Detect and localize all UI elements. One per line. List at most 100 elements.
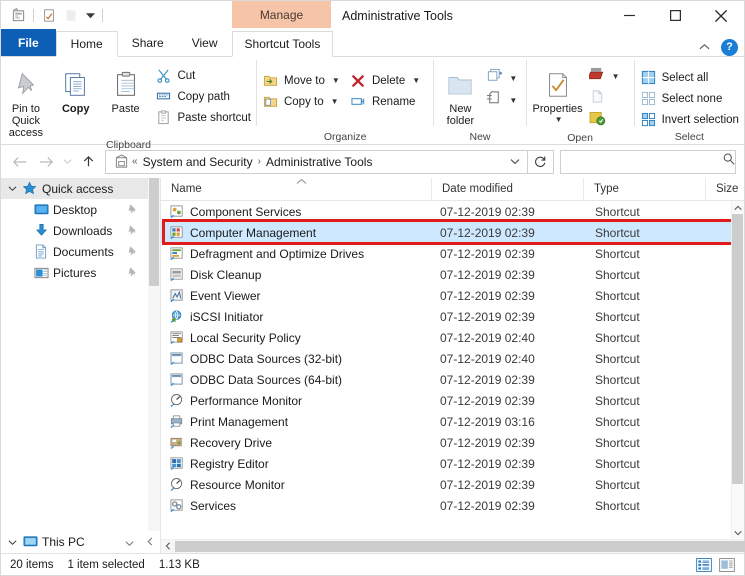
column-header-date-modified-label: Date modified: [442, 183, 513, 195]
close-button[interactable]: [698, 1, 744, 30]
pin-to-quick-access-button[interactable]: Pin to Quick access: [1, 62, 51, 139]
table-row[interactable]: Recovery Drive 07-12-2019 02:39 Shortcut: [161, 432, 744, 453]
open-button[interactable]: ▼: [587, 66, 620, 87]
breadcrumb-overflow[interactable]: «: [131, 156, 139, 167]
column-header-name[interactable]: Name: [161, 178, 432, 200]
tab-shortcut-tools[interactable]: Shortcut Tools: [231, 31, 334, 57]
navigation-scroll-down-icon[interactable]: [125, 536, 134, 550]
pin-icon-downloads[interactable]: [126, 224, 138, 239]
contextual-tab-manage[interactable]: Manage: [232, 1, 331, 28]
file-list-scrollbar-thumb[interactable]: [732, 214, 743, 484]
move-to-button[interactable]: Move to ▼: [257, 70, 345, 91]
table-row[interactable]: iSCSI Initiator 07-12-2019 02:39 Shortcu…: [161, 306, 744, 327]
collapse-ribbon-icon[interactable]: [695, 38, 713, 56]
open-caret-icon[interactable]: ▼: [612, 72, 620, 81]
breadcrumb-item-administrative-tools[interactable]: Administrative Tools: [262, 155, 377, 169]
column-header-type[interactable]: Type: [584, 178, 706, 200]
paste-shortcut-button[interactable]: Paste shortcut: [150, 107, 256, 128]
details-view-icon[interactable]: [694, 556, 713, 573]
navigation-scrollbar-thumb[interactable]: [149, 178, 159, 286]
new-folder-qat-icon[interactable]: [38, 5, 60, 27]
table-row[interactable]: Registry Editor 07-12-2019 02:39 Shortcu…: [161, 453, 744, 474]
delete-caret-icon[interactable]: ▼: [412, 76, 420, 85]
navigation-scrollbar[interactable]: [148, 178, 160, 531]
tab-file[interactable]: File: [1, 29, 56, 56]
table-row[interactable]: ODBC Data Sources (64-bit) 07-12-2019 02…: [161, 369, 744, 390]
tab-view[interactable]: View: [178, 30, 232, 56]
sidebar-item-quick-access[interactable]: Quick access: [1, 178, 160, 199]
sidebar-item-pictures[interactable]: Pictures: [1, 262, 160, 283]
new-folder-button[interactable]: New folder: [434, 62, 486, 127]
search-icon[interactable]: [722, 152, 736, 171]
new-item-button[interactable]: ▼: [486, 68, 517, 89]
table-row[interactable]: Print Management 07-12-2019 03:16 Shortc…: [161, 411, 744, 432]
easy-access-caret-icon[interactable]: ▼: [509, 96, 517, 105]
column-header-date-modified[interactable]: Date modified: [432, 178, 584, 200]
recent-locations-button[interactable]: [59, 149, 75, 175]
tab-share[interactable]: Share: [118, 30, 178, 56]
table-row[interactable]: ODBC Data Sources (32-bit) 07-12-2019 02…: [161, 348, 744, 369]
sidebar-item-desktop[interactable]: Desktop: [1, 199, 160, 220]
breadcrumb-dropdown-icon[interactable]: [505, 158, 525, 165]
scroll-down-icon[interactable]: [731, 526, 744, 539]
up-button[interactable]: [75, 149, 101, 175]
select-all-button[interactable]: Select all: [635, 67, 744, 88]
scroll-up-icon[interactable]: [731, 201, 744, 214]
properties-qat-icon[interactable]: [7, 5, 29, 27]
properties-caret-icon[interactable]: ▼: [555, 115, 563, 124]
odbc-icon: [161, 351, 185, 366]
copy-button[interactable]: Copy: [51, 62, 101, 115]
table-row[interactable]: Defragment and Optimize Drives 07-12-201…: [161, 243, 744, 264]
table-row[interactable]: Performance Monitor 07-12-2019 02:39 Sho…: [161, 390, 744, 411]
invert-selection-button[interactable]: Invert selection: [635, 109, 744, 130]
table-row[interactable]: Services 07-12-2019 02:39 Shortcut: [161, 495, 744, 516]
table-row[interactable]: Computer Management 07-12-2019 02:39 Sho…: [161, 219, 744, 245]
table-row[interactable]: Event Viewer 07-12-2019 02:39 Shortcut: [161, 285, 744, 306]
pin-icon-pictures[interactable]: [126, 266, 138, 281]
help-icon[interactable]: ?: [721, 38, 738, 56]
paste-button[interactable]: Paste: [101, 62, 151, 115]
table-row[interactable]: Component Services 07-12-2019 02:39 Shor…: [161, 201, 744, 222]
sidebar-item-documents[interactable]: Documents: [1, 241, 160, 262]
search-input[interactable]: [567, 154, 722, 169]
cut-button[interactable]: Cut: [150, 65, 256, 86]
forward-button[interactable]: [33, 149, 59, 175]
refresh-button[interactable]: [528, 149, 554, 174]
maximize-button[interactable]: [652, 1, 698, 30]
pin-icon-documents[interactable]: [126, 245, 138, 260]
paste-shortcut-label: Paste shortcut: [177, 111, 251, 124]
back-button[interactable]: [7, 149, 33, 175]
sidebar-item-this-pc[interactable]: This PC: [1, 531, 160, 553]
table-row[interactable]: Resource Monitor 07-12-2019 02:39 Shortc…: [161, 474, 744, 495]
copy-to-caret-icon[interactable]: ▼: [331, 97, 339, 106]
select-none-button[interactable]: Select none: [635, 88, 744, 109]
file-list-horizontal-scrollbar[interactable]: [161, 539, 745, 553]
table-row[interactable]: Local Security Policy 07-12-2019 02:40 S…: [161, 327, 744, 348]
scroll-left-icon[interactable]: [161, 541, 175, 552]
move-to-caret-icon[interactable]: ▼: [332, 76, 340, 85]
rename-button[interactable]: Rename: [345, 91, 433, 112]
new-item-caret-icon[interactable]: ▼: [509, 74, 517, 83]
horizontal-scroll-left-icon[interactable]: [146, 535, 154, 549]
easy-access-button[interactable]: ▼: [486, 90, 517, 111]
chevron-down-icon-this-pc[interactable]: [5, 539, 20, 546]
sidebar-item-downloads[interactable]: Downloads: [1, 220, 160, 241]
large-icons-view-icon[interactable]: [717, 556, 736, 573]
search-box[interactable]: [560, 149, 736, 174]
copy-to-button[interactable]: Copy to ▼: [257, 91, 345, 112]
file-name: Registry Editor: [190, 456, 269, 471]
file-list-scrollbar[interactable]: [731, 201, 744, 539]
column-header-size[interactable]: Size: [706, 178, 744, 200]
customize-qat-dropdown[interactable]: [82, 5, 98, 27]
breadcrumb[interactable]: « System and Security › Administrative T…: [105, 149, 528, 174]
table-row[interactable]: Disk Cleanup 07-12-2019 02:39 Shortcut: [161, 264, 744, 285]
properties-button[interactable]: Properties ▼: [527, 62, 589, 124]
minimize-button[interactable]: [606, 1, 652, 30]
horizontal-scrollbar-thumb[interactable]: [175, 541, 745, 552]
copy-path-button[interactable]: Copy path: [150, 86, 256, 107]
chevron-down-icon[interactable]: [5, 185, 20, 192]
pin-icon-desktop[interactable]: [126, 203, 138, 218]
breadcrumb-item-system-and-security[interactable]: System and Security: [139, 155, 257, 169]
delete-button[interactable]: Delete ▼: [345, 70, 433, 91]
tab-home[interactable]: Home: [55, 31, 118, 57]
